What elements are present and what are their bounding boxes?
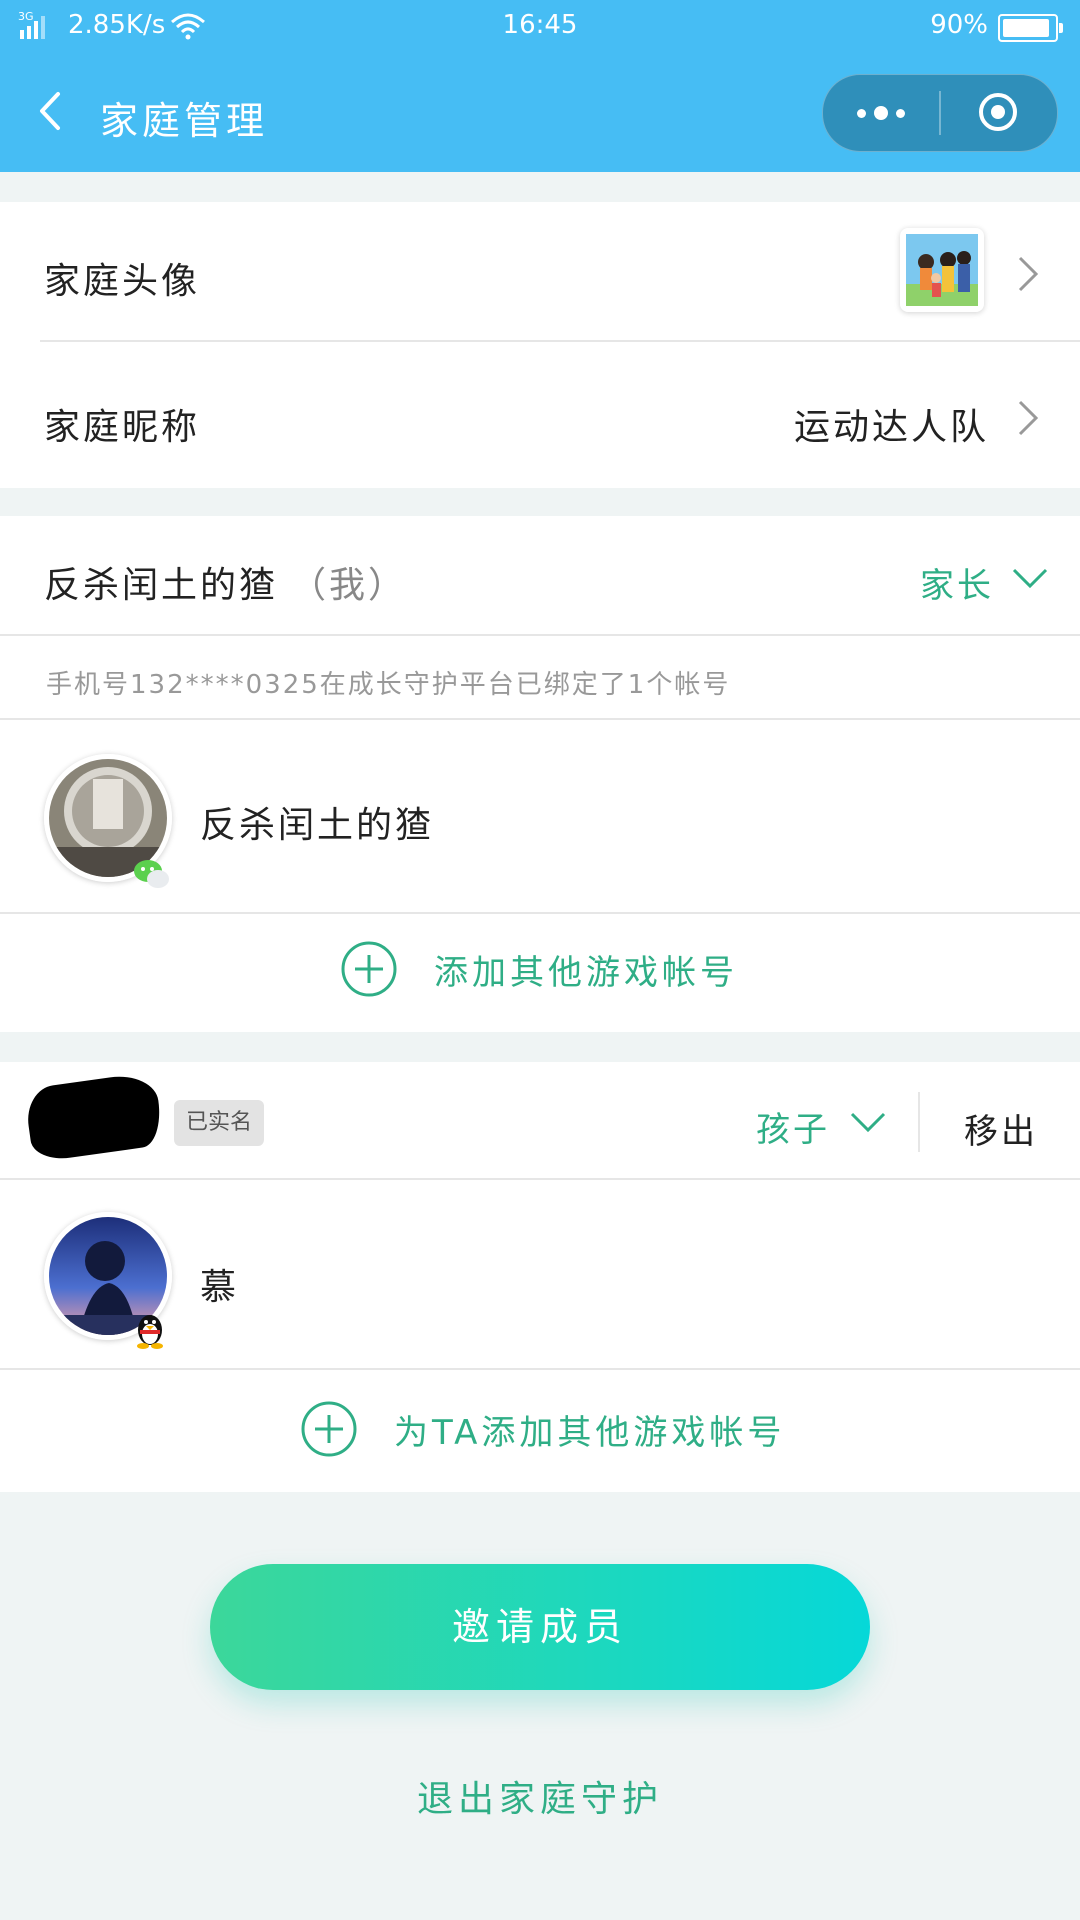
back-chevron-icon[interactable] (28, 86, 78, 136)
add-child-game-account-button[interactable]: 为TA添加其他游戏帐号 (300, 1400, 785, 1458)
chevron-down-icon[interactable] (1010, 564, 1050, 594)
divider (0, 634, 1080, 636)
phone-binding-note: 手机号132****0325在成长守护平台已绑定了1个帐号 (46, 670, 731, 700)
member-name: 反杀闰土的猹 (44, 565, 279, 606)
page-title: 家庭管理 (100, 99, 269, 143)
qq-penguin-icon (137, 1315, 163, 1349)
chevron-right-icon[interactable] (1012, 398, 1042, 438)
remove-member-button[interactable]: 移出 (964, 1104, 1038, 1153)
divider (0, 1368, 1080, 1370)
me-tag: （我） (290, 565, 408, 606)
vertical-divider (918, 1092, 920, 1152)
capsule-divider (939, 91, 941, 135)
wechat-icon (134, 860, 169, 888)
chevron-down-icon[interactable] (848, 1108, 888, 1138)
add-circle-icon (341, 941, 397, 997)
chevron-right-icon[interactable] (1012, 254, 1042, 294)
more-menu-button[interactable] (823, 75, 939, 151)
add-circle-icon (301, 1401, 357, 1457)
add-child-game-account-label: 为TA添加其他游戏帐号 (394, 1412, 786, 1453)
family-avatar-image[interactable] (900, 228, 984, 312)
role-label[interactable]: 家长 (920, 558, 994, 607)
verified-badge: 已实名 (174, 1100, 264, 1146)
nav-bar: 家庭管理 (0, 52, 1080, 172)
battery-icon (998, 14, 1063, 42)
role-label[interactable]: 孩子 (756, 1102, 830, 1151)
close-target-icon[interactable] (977, 91, 1019, 133)
family-nickname-label: 家庭昵称 (44, 407, 201, 448)
quit-family-guard-link[interactable]: 退出家庭守护 (0, 1770, 1080, 1822)
parent-member-card: 反杀闰土的猹 （我） 家长 手机号132****0325在成长守护平台已绑定了1… (0, 516, 1080, 1032)
add-game-account-label: 添加其他游戏帐号 (434, 952, 738, 993)
divider (0, 718, 1080, 720)
divider (0, 912, 1080, 914)
add-game-account-button[interactable]: 添加其他游戏帐号 (340, 940, 738, 998)
battery-percent: 90% (930, 10, 988, 40)
divider (40, 340, 1080, 342)
mini-program-capsule (822, 74, 1058, 152)
child-member-card: 孩子 移出 慕 为TA添加其他游戏帐号 (0, 1062, 1080, 1492)
family-nickname-value: 运动达人队 (794, 407, 990, 448)
clock: 16:45 (502, 10, 578, 40)
game-account-name: 反杀闰土的猹 (200, 805, 435, 846)
family-avatar-label: 家庭头像 (44, 261, 201, 302)
invite-member-button[interactable]: 邀请成员 (210, 1564, 870, 1690)
divider (0, 1178, 1080, 1180)
game-account-name: 慕 (200, 1267, 240, 1308)
status-bar: 3G 2.85K/s 16:45 90% (0, 0, 1080, 52)
